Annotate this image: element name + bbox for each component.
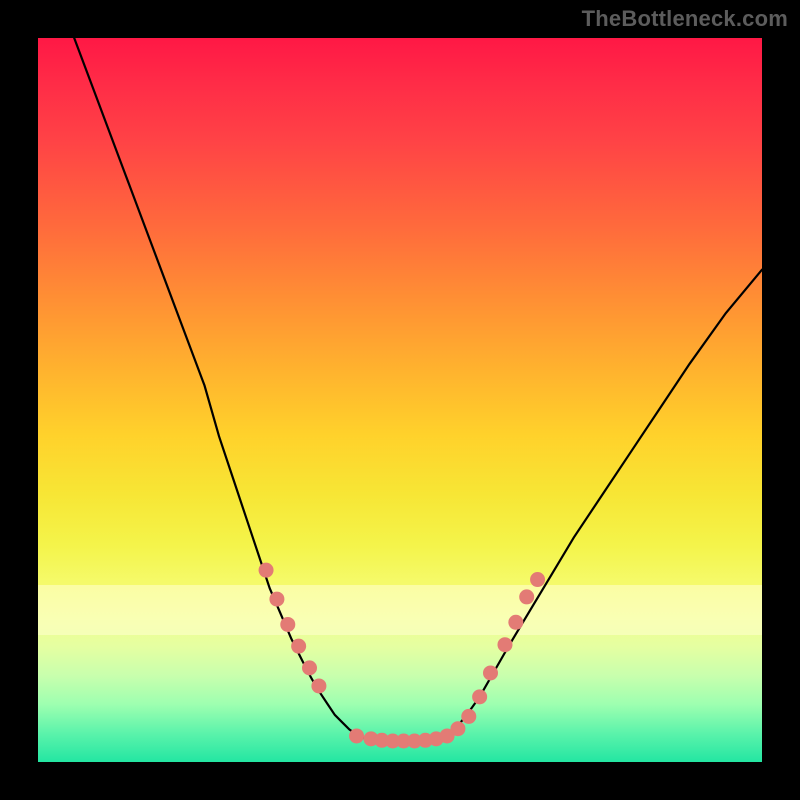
scatter-dot <box>461 709 476 724</box>
scatter-dot <box>472 689 487 704</box>
scatter-dot <box>311 678 326 693</box>
scatter-dot <box>450 721 465 736</box>
scatter-dot <box>302 660 317 675</box>
scatter-dot <box>349 728 364 743</box>
scatter-dot <box>280 617 295 632</box>
scatter-dot <box>259 563 274 578</box>
scatter-dot <box>291 639 306 654</box>
scatter-dot <box>508 615 523 630</box>
scatter-dot <box>483 665 498 680</box>
curve-left-branch <box>74 38 374 740</box>
scatter-dot <box>519 589 534 604</box>
plot-area <box>38 38 762 762</box>
scatter-dot <box>269 592 284 607</box>
scatter-dot <box>497 637 512 652</box>
chart-svg <box>38 38 762 762</box>
attribution-label: TheBottleneck.com <box>582 6 788 32</box>
scatter-dot <box>530 572 545 587</box>
